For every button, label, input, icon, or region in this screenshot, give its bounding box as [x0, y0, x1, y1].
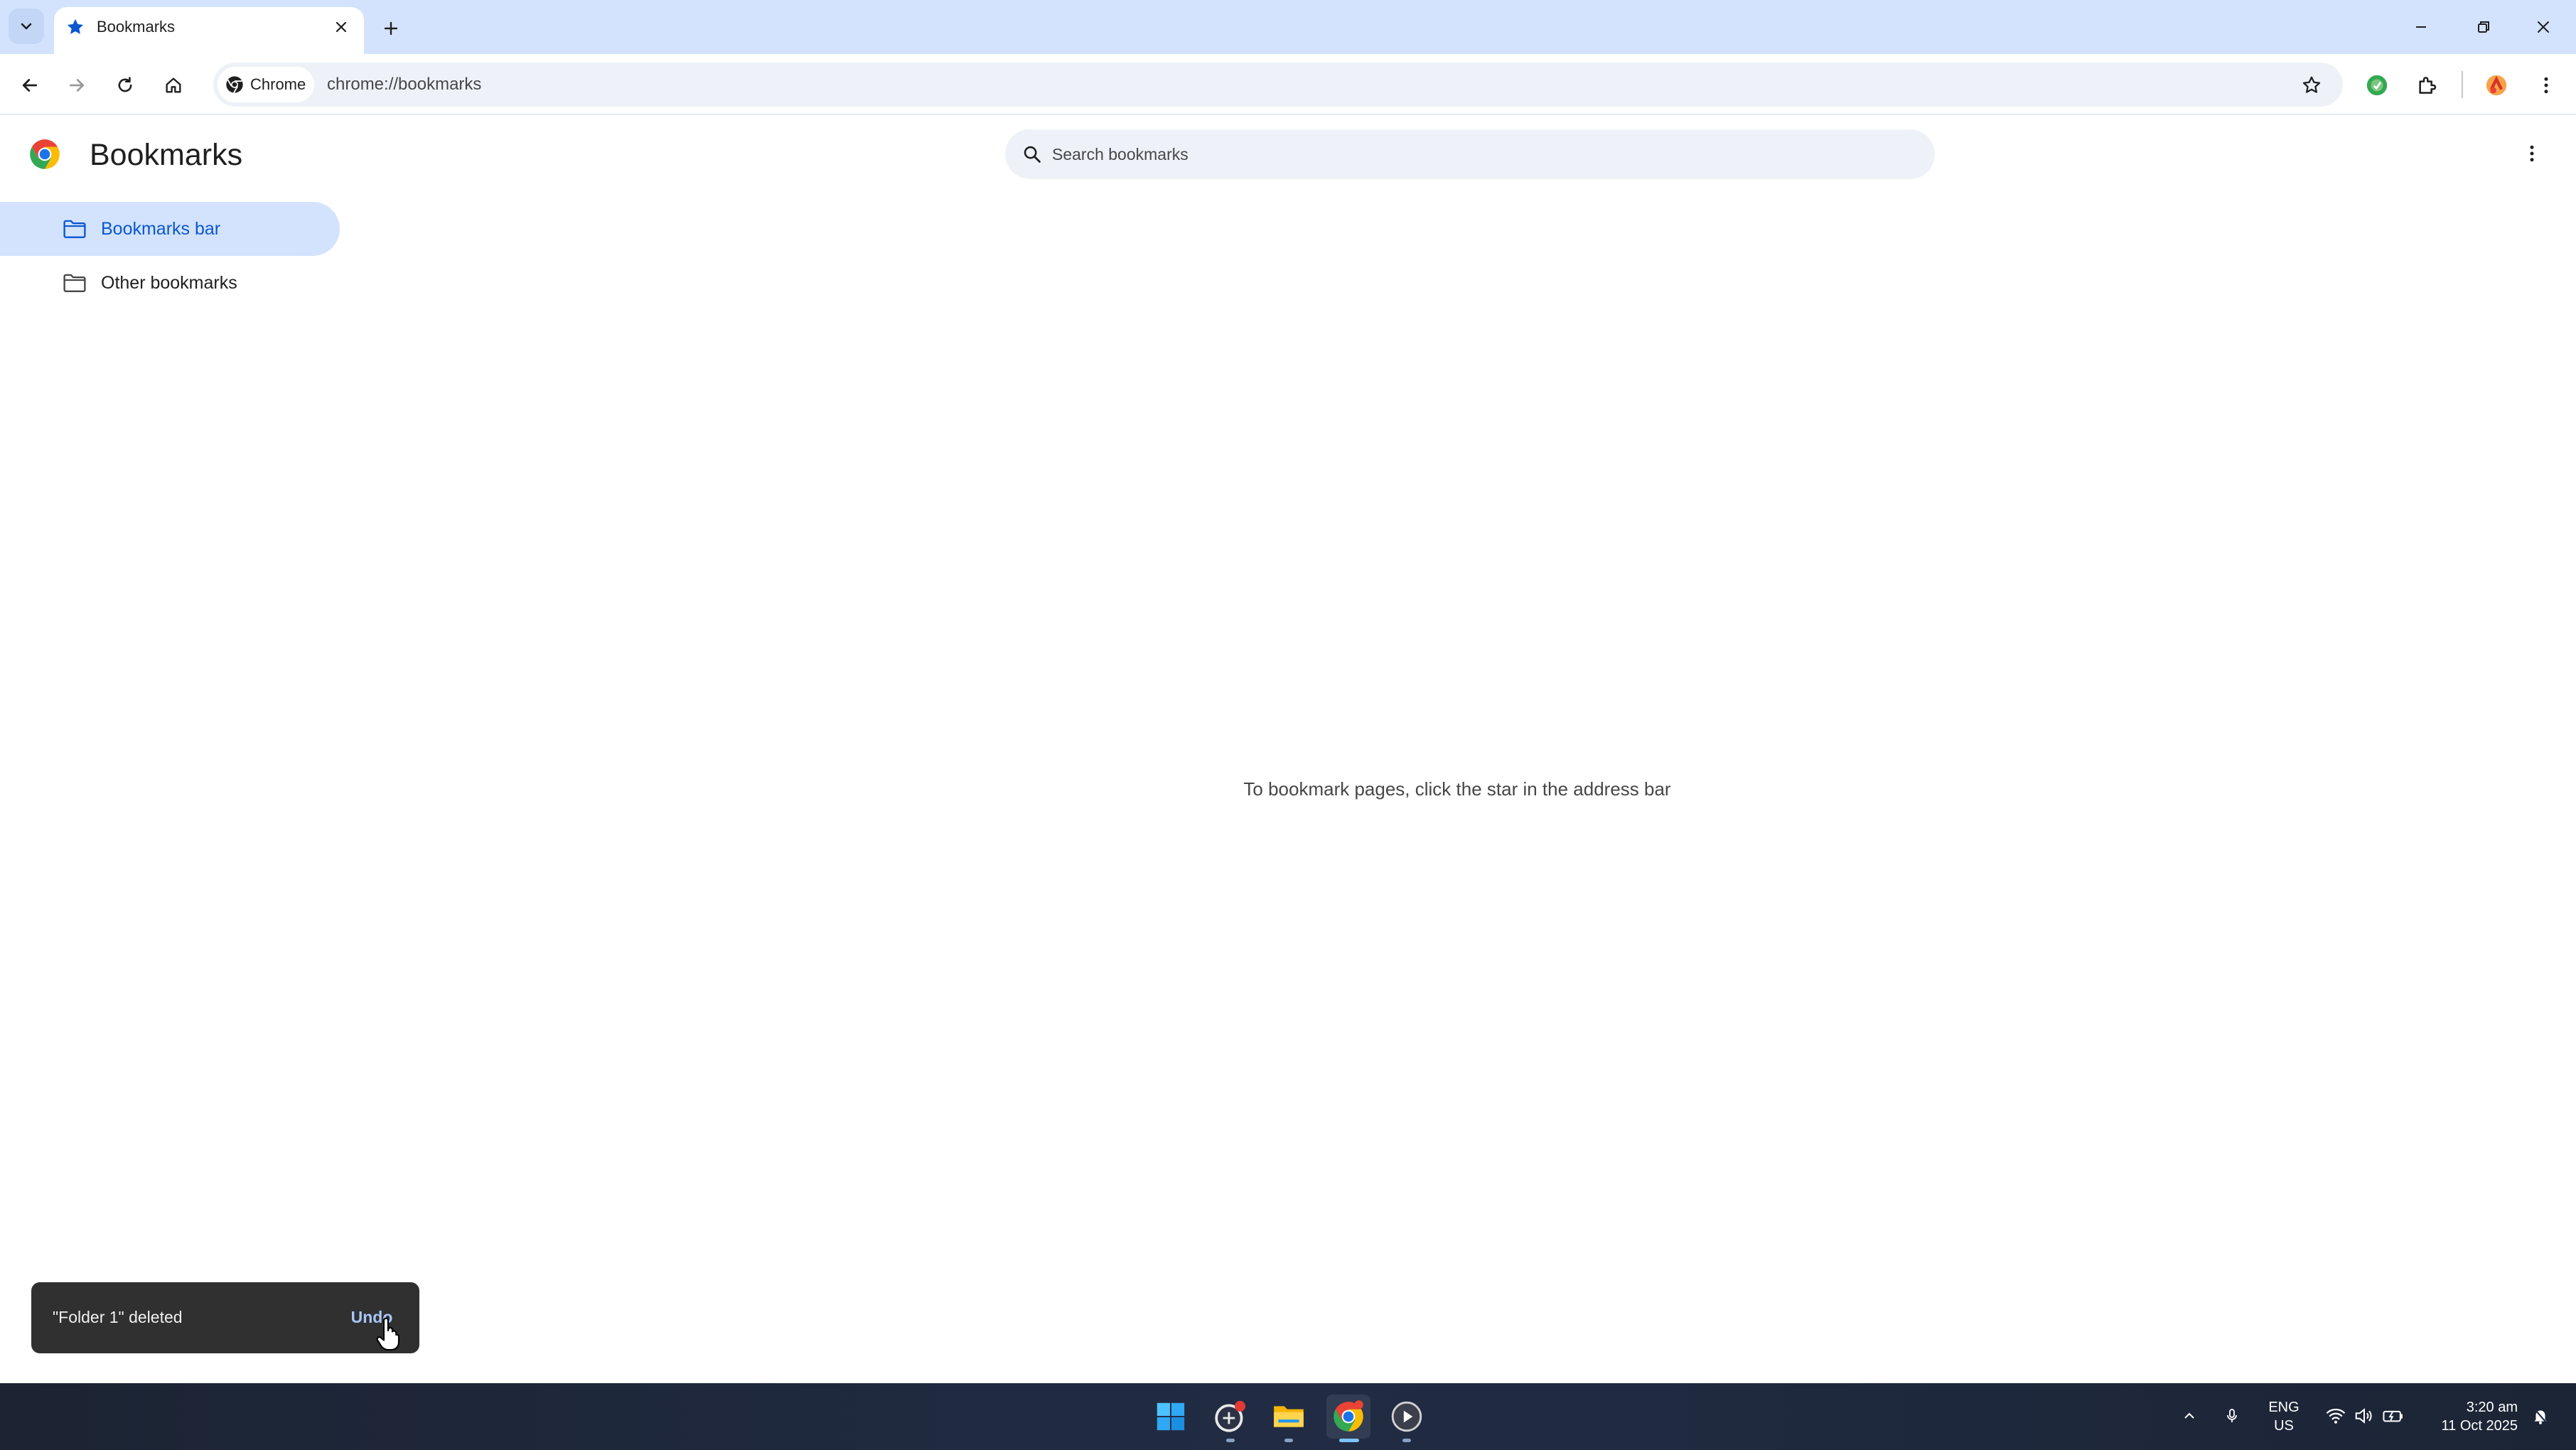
site-info-chip[interactable]: Chrome	[218, 67, 314, 102]
search-bookmarks-field[interactable]: Search bookmarks	[1005, 129, 1935, 179]
browser-menu-button[interactable]	[2529, 68, 2563, 102]
home-icon	[166, 77, 181, 93]
active-indicator	[1339, 1439, 1359, 1442]
notifications-button[interactable]	[2528, 1402, 2553, 1430]
star-icon	[65, 17, 85, 37]
tab-title: Bookmarks	[97, 18, 176, 36]
volume-icon	[2355, 1408, 2372, 1424]
green-extension-icon	[2366, 75, 2388, 96]
quick-settings-button[interactable]	[2319, 1402, 2411, 1430]
home-button[interactable]	[156, 68, 190, 102]
chrome-logo-icon	[226, 76, 243, 94]
tab-search-button[interactable]	[9, 9, 44, 44]
site-chip-label: Chrome	[250, 75, 306, 93]
reload-icon	[118, 77, 132, 92]
folder-icon	[63, 274, 86, 292]
clock-date: 11 Oct 2025	[2441, 1418, 2518, 1434]
more-vertical-icon	[2530, 145, 2534, 162]
restore-icon	[2478, 21, 2489, 33]
organize-menu-button[interactable]	[2515, 136, 2549, 171]
restore-button[interactable]	[2465, 11, 2502, 43]
taskbar-chrome[interactable]	[1326, 1395, 1370, 1439]
extensions-puzzle-icon	[2419, 77, 2437, 94]
toast-message: "Folder 1" deleted	[53, 1308, 183, 1326]
back-arrow-icon	[22, 79, 38, 92]
empty-list-message: To bookmark pages, click the star in the…	[1243, 778, 1671, 800]
bookmark-star-button[interactable]	[2295, 68, 2329, 102]
file-explorer-icon	[1274, 1406, 1304, 1427]
close-icon	[2538, 21, 2549, 33]
running-indicator	[1402, 1439, 1411, 1442]
sidebar-item-label: Other bookmarks	[101, 272, 237, 293]
wifi-icon	[2326, 1408, 2346, 1424]
sidebar-item-bookmarks-bar[interactable]: Bookmarks bar	[0, 202, 340, 256]
media-player-icon	[1391, 1401, 1422, 1432]
chevron-down-icon	[21, 23, 32, 30]
more-vertical-icon	[2544, 77, 2548, 94]
close-icon	[336, 21, 347, 33]
forward-button[interactable]	[60, 68, 94, 102]
page-title: Bookmarks	[90, 138, 243, 172]
taskbar-file-explorer[interactable]	[1267, 1395, 1311, 1439]
microphone-icon	[2227, 1409, 2237, 1422]
folder-icon	[63, 220, 86, 238]
back-button[interactable]	[13, 68, 47, 102]
language-code: ENG	[2268, 1400, 2299, 1415]
hand-cursor-icon	[375, 1318, 401, 1352]
window-close-button[interactable]	[2525, 11, 2562, 43]
windows-start-icon	[1156, 1402, 1185, 1431]
microphone-button[interactable]	[2219, 1402, 2245, 1430]
sidebar-item-other-bookmarks[interactable]: Other bookmarks	[0, 256, 340, 310]
app-with-badge-icon	[1215, 1400, 1246, 1432]
search-icon	[1024, 146, 1041, 163]
profile-button[interactable]	[2479, 68, 2513, 102]
clock[interactable]: 3:20 am 11 Oct 2025	[2424, 1396, 2518, 1437]
reload-button[interactable]	[108, 68, 142, 102]
start-button[interactable]	[1149, 1395, 1193, 1439]
extensions-button[interactable]	[2410, 68, 2444, 102]
running-indicator	[1284, 1439, 1293, 1442]
region-code: US	[2274, 1418, 2294, 1434]
chevron-up-icon	[2184, 1412, 2194, 1419]
notification-bell-icon	[2534, 1409, 2547, 1424]
toolbar-separator	[2462, 71, 2463, 98]
minimize-button[interactable]	[2403, 11, 2440, 43]
new-tab-button[interactable]	[377, 14, 405, 43]
green-extension-button[interactable]	[2360, 68, 2394, 102]
chrome-icon	[1333, 1400, 1363, 1432]
running-indicator	[1226, 1439, 1235, 1442]
url-text[interactable]: chrome://bookmarks	[327, 72, 481, 97]
sidebar-item-label: Bookmarks bar	[101, 218, 221, 239]
taskbar-app-1[interactable]	[1208, 1395, 1252, 1439]
tab-close-button[interactable]	[330, 16, 353, 38]
bookmark-star-icon	[2302, 76, 2321, 93]
clock-time: 3:20 am	[2466, 1400, 2518, 1415]
language-indicator[interactable]: ENG US	[2260, 1396, 2307, 1437]
taskbar-media-player[interactable]	[1385, 1395, 1429, 1439]
address-bar[interactable]	[213, 63, 2343, 107]
forward-arrow-icon	[69, 79, 85, 92]
search-placeholder: Search bookmarks	[1052, 144, 1188, 163]
show-hidden-icons-button[interactable]	[2177, 1402, 2202, 1430]
minimize-icon	[2416, 26, 2426, 28]
chrome-logo-icon	[27, 136, 63, 172]
profile-avatar-icon	[2486, 75, 2507, 96]
plus-icon	[384, 21, 398, 36]
battery-icon	[2383, 1410, 2403, 1422]
